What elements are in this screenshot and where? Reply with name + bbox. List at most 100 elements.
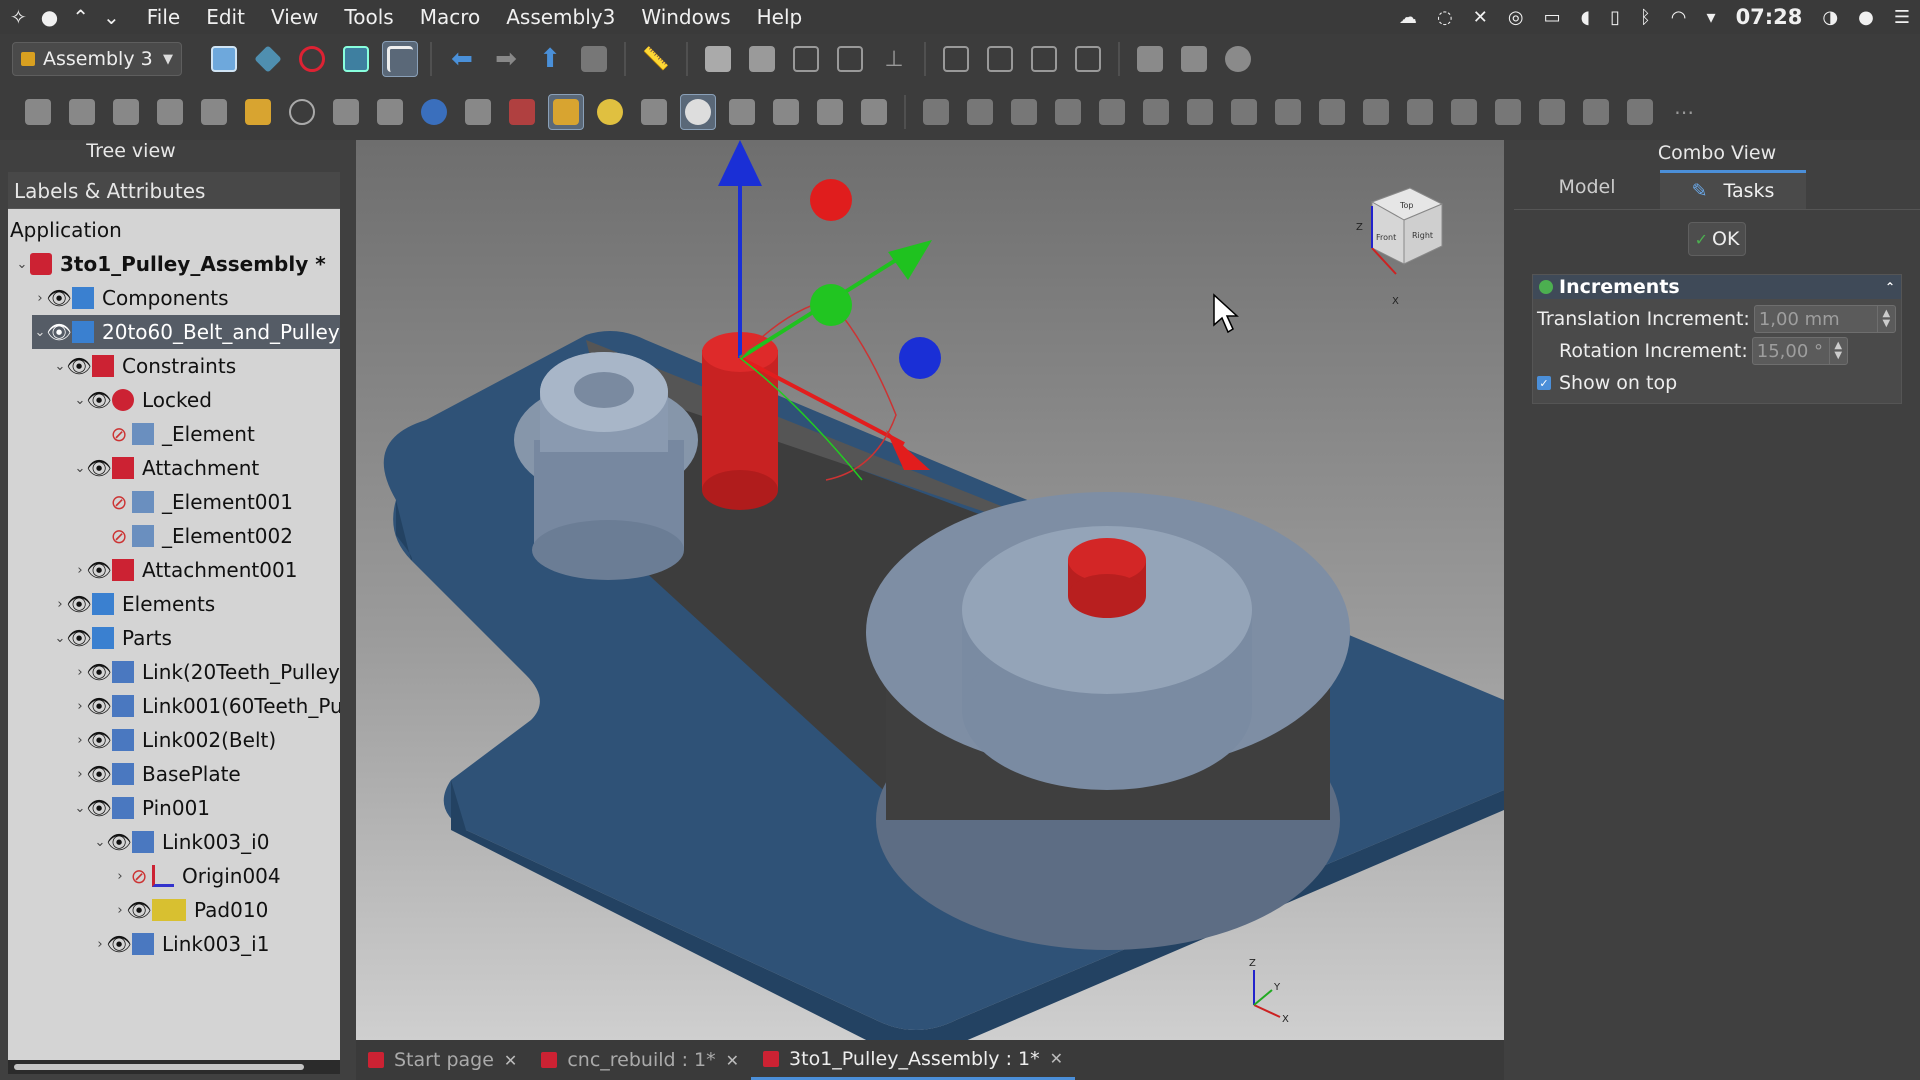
eye-hidden-icon[interactable]: ⊘	[128, 864, 150, 888]
doc-tab-pulley-assembly[interactable]: 3to1_Pulley_Assembly : 1* ✕	[751, 1040, 1076, 1080]
app-launcher-icon[interactable]: ✧	[10, 5, 27, 29]
tree-item-constraints[interactable]: ⌄ 👁 Constraints	[52, 349, 340, 383]
eye-icon[interactable]: 👁	[66, 354, 91, 378]
y-rotation-handle[interactable]	[810, 284, 852, 326]
eye-hidden-icon[interactable]: ⊘	[108, 490, 130, 514]
tree-item-element[interactable]: ⊘ _Element	[108, 417, 340, 451]
clipboard-icon[interactable]: ▭	[1544, 7, 1561, 28]
light-button[interactable]	[592, 94, 628, 130]
menu-file[interactable]: File	[134, 5, 193, 29]
constraint-plane-button[interactable]	[1006, 94, 1042, 130]
x-rotation-handle[interactable]	[899, 337, 941, 379]
back-button[interactable]: ⬅	[444, 41, 480, 77]
eye-icon[interactable]: 👁	[86, 558, 111, 582]
circle-icon[interactable]: ●	[41, 5, 58, 29]
view-rotate-button[interactable]	[1070, 41, 1106, 77]
weather-icon[interactable]: ☁	[1399, 7, 1417, 28]
move-up-button[interactable]	[768, 94, 804, 130]
show-elements-button[interactable]	[548, 94, 584, 130]
volume-icon[interactable]: ◖	[1581, 7, 1590, 28]
eye-icon[interactable]: 👁	[86, 762, 111, 786]
forward-button[interactable]: ➡	[488, 41, 524, 77]
translation-increment-input[interactable]: 1,00 mm ▲ ▼	[1753, 305, 1896, 333]
tree-item-pin001[interactable]: ⌄ 👁 Pin001	[72, 791, 340, 825]
y-axis-arrow[interactable]	[888, 240, 932, 280]
view-right-button[interactable]	[1026, 41, 1062, 77]
constraint-normal-button[interactable]	[1314, 94, 1350, 130]
menu-view[interactable]: View	[258, 5, 331, 29]
close-icon[interactable]: ✕	[1050, 1049, 1063, 1068]
select-button[interactable]	[372, 94, 408, 130]
scrollbar-thumb[interactable]	[14, 1064, 304, 1070]
tree-item-elements[interactable]: › 👁 Elements	[52, 587, 340, 621]
tree-item-link003-i1[interactable]: › 👁 Link003_i1	[92, 927, 340, 961]
quick-solve-button[interactable]	[1176, 41, 1212, 77]
element-button[interactable]	[152, 94, 188, 130]
eye-icon[interactable]: 👁	[106, 932, 131, 956]
tree-item-document[interactable]: ⌄ 3to1_Pulley_Assembly *	[14, 247, 340, 281]
constraint-axial-button[interactable]	[1050, 94, 1086, 130]
tree-item-baseplate[interactable]: › 👁 BasePlate	[72, 757, 340, 791]
constraint-coincident-button[interactable]	[1094, 94, 1130, 130]
circle-icon[interactable]: ●	[1858, 7, 1874, 28]
tab-tasks[interactable]: ✎ Tasks	[1660, 170, 1806, 209]
tree-view-button[interactable]	[382, 41, 418, 77]
move-button[interactable]	[1132, 41, 1168, 77]
sketch-button[interactable]	[504, 94, 540, 130]
eye-icon[interactable]: 👁	[106, 830, 131, 854]
tree-item-locked[interactable]: ⌄ 👁 Locked	[72, 383, 340, 417]
constraint-same-orientation-button[interactable]	[1138, 94, 1174, 130]
constraint-angle-button[interactable]	[1226, 94, 1262, 130]
bulb-icon[interactable]: ◌	[1437, 7, 1453, 28]
chevron-up-icon[interactable]: ⌃	[72, 5, 89, 29]
doc-tab-cnc-rebuild[interactable]: cnc_rebuild : 1* ✕	[529, 1040, 751, 1080]
eye-icon[interactable]: 👁	[86, 388, 111, 412]
menu-macro[interactable]: Macro	[407, 5, 494, 29]
sort-button[interactable]	[856, 94, 892, 130]
axis-button[interactable]: ⊥	[876, 41, 912, 77]
constraint-symmetric-button[interactable]	[1490, 94, 1526, 130]
explode-button[interactable]	[240, 94, 276, 130]
menu-help[interactable]: Help	[744, 5, 816, 29]
constraint-attach-button[interactable]	[962, 94, 998, 130]
menu-edit[interactable]: Edit	[193, 5, 258, 29]
menu-tools[interactable]: Tools	[331, 5, 406, 29]
constraint-tangent-button[interactable]	[1402, 94, 1438, 130]
eye-icon[interactable]: 👁	[126, 898, 151, 922]
doc-tab-start-page[interactable]: Start page ✕	[356, 1040, 529, 1080]
constraint-lock-button[interactable]	[918, 94, 954, 130]
network-icon[interactable]: ◎	[1508, 7, 1524, 28]
menu-assembly3[interactable]: Assembly3	[493, 5, 628, 29]
tree-item-element002[interactable]: ⊘ _Element002	[108, 519, 340, 553]
lock-button[interactable]	[416, 94, 452, 130]
edit-button[interactable]	[832, 41, 868, 77]
view-button[interactable]	[576, 41, 612, 77]
eye-icon[interactable]: 👁	[86, 728, 111, 752]
eye-icon[interactable]: 👁	[46, 286, 71, 310]
highlight-button[interactable]	[460, 94, 496, 130]
tree-item-element001[interactable]: ⊘ _Element001	[108, 485, 340, 519]
view-front-button[interactable]	[938, 41, 974, 77]
tray-expand-icon[interactable]: ▾	[1707, 7, 1716, 28]
night-light-icon[interactable]: ◑	[1822, 7, 1838, 28]
tree-item-origin004[interactable]: › ⊘ Origin004	[112, 859, 340, 893]
workplane-button[interactable]	[724, 94, 760, 130]
spin-arrows-icon[interactable]: ▲ ▼	[1828, 338, 1847, 364]
tree-item-components[interactable]: › 👁 Components	[32, 281, 340, 315]
eye-hidden-icon[interactable]: ⊘	[108, 422, 130, 446]
eye-icon[interactable]: 👁	[86, 694, 111, 718]
tree-item-application[interactable]: Application	[10, 213, 340, 247]
constraint-multiparallel-button[interactable]	[1182, 94, 1218, 130]
constraint-distance-button[interactable]	[1358, 94, 1394, 130]
3d-viewport[interactable]: Top Front Right Z X Z X Y	[356, 140, 1504, 1040]
z-rotation-handle[interactable]	[810, 179, 852, 221]
wifi-icon[interactable]: ◠	[1671, 7, 1687, 28]
tree-item-attachment[interactable]: ⌄ 👁 Attachment	[72, 451, 340, 485]
tree-item-link003-i0[interactable]: ⌄ 👁 Link003_i0	[92, 825, 340, 859]
bounding-box-button[interactable]	[338, 41, 374, 77]
origin-button[interactable]	[284, 94, 320, 130]
trace-button[interactable]	[328, 94, 364, 130]
eye-icon[interactable]: 👁	[66, 592, 91, 616]
tree-item-parts[interactable]: ⌄ 👁 Parts	[52, 621, 340, 655]
eye-icon[interactable]: 👁	[86, 796, 111, 820]
